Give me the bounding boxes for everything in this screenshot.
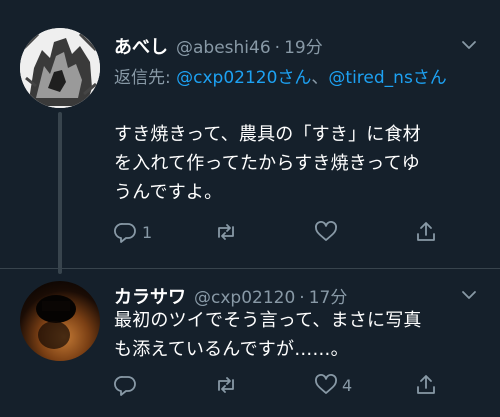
retweet-button[interactable] (214, 371, 242, 399)
share-icon (417, 222, 435, 241)
reply-icon (114, 223, 136, 243)
tweet-header: カラサワ @cxp02120 · 17分 (114, 283, 348, 308)
share-icon (417, 375, 435, 394)
like-button[interactable]: 4 (314, 371, 352, 399)
separator-dot: · (299, 288, 305, 308)
avatar[interactable] (20, 281, 100, 361)
like-icon (315, 374, 337, 394)
like-count: 4 (342, 375, 353, 395)
tweet-text-line: も添えているんですが……。 (114, 339, 349, 360)
timestamp[interactable]: 17分 (309, 283, 348, 308)
separator-dot: · (274, 38, 281, 58)
reply-button[interactable] (114, 371, 142, 399)
tweet-actions: 4 (114, 371, 444, 399)
user-handle[interactable]: @abeshi46 (176, 38, 271, 58)
tweet-header: あべし @abeshi46 · 19分 (114, 33, 323, 59)
reply-count: 1 (142, 222, 153, 242)
tweet-text-line: を入れて作ってたからすき焼きってゆ (114, 153, 420, 174)
tweet-text-line: 最初のツイでそう言って、まさに写真 (114, 310, 422, 331)
timestamp[interactable]: 19分 (284, 33, 323, 58)
chevron-down-icon[interactable] (460, 36, 478, 54)
tweet-text: すき焼きって、農具の「すき」に食材 を入れて作ってたからすき焼きってゆ うんです… (114, 120, 482, 207)
reply-to-prefix: 返信先: (114, 68, 177, 88)
avatar[interactable] (20, 28, 100, 108)
reply-to-link[interactable]: @tired_nsさん (328, 68, 446, 88)
reply-icon (114, 376, 136, 396)
share-button[interactable] (414, 371, 438, 399)
user-handle[interactable]: @cxp02120 (194, 288, 295, 308)
display-name[interactable]: あべし (114, 33, 168, 59)
tweet-1[interactable]: あべし @abeshi46 · 19分 返信先: @cxp02120さん、@ti… (0, 0, 500, 274)
reply-to-line: 返信先: @cxp02120さん、@tired_nsさん (114, 64, 474, 92)
tweet-text-line: すき焼きって、農具の「すき」に食材 (114, 124, 421, 145)
tweet-actions: 1 (114, 218, 444, 246)
reply-to-joiner: 、 (311, 68, 329, 88)
retweet-button[interactable] (214, 218, 242, 246)
reply-to-link[interactable]: @cxp02120さん (176, 68, 311, 88)
chevron-down-icon[interactable] (460, 286, 478, 304)
like-button[interactable] (314, 218, 342, 246)
share-button[interactable] (414, 218, 438, 246)
retweet-icon (218, 377, 234, 393)
tweet-text-line: うんですよ。 (114, 182, 223, 203)
like-icon (315, 221, 337, 241)
retweet-icon (218, 224, 234, 240)
thread-line (58, 112, 62, 274)
tweet-text: 最初のツイでそう言って、まさに写真 も添えているんですが……。 (114, 306, 482, 364)
reply-button[interactable]: 1 (114, 218, 152, 246)
